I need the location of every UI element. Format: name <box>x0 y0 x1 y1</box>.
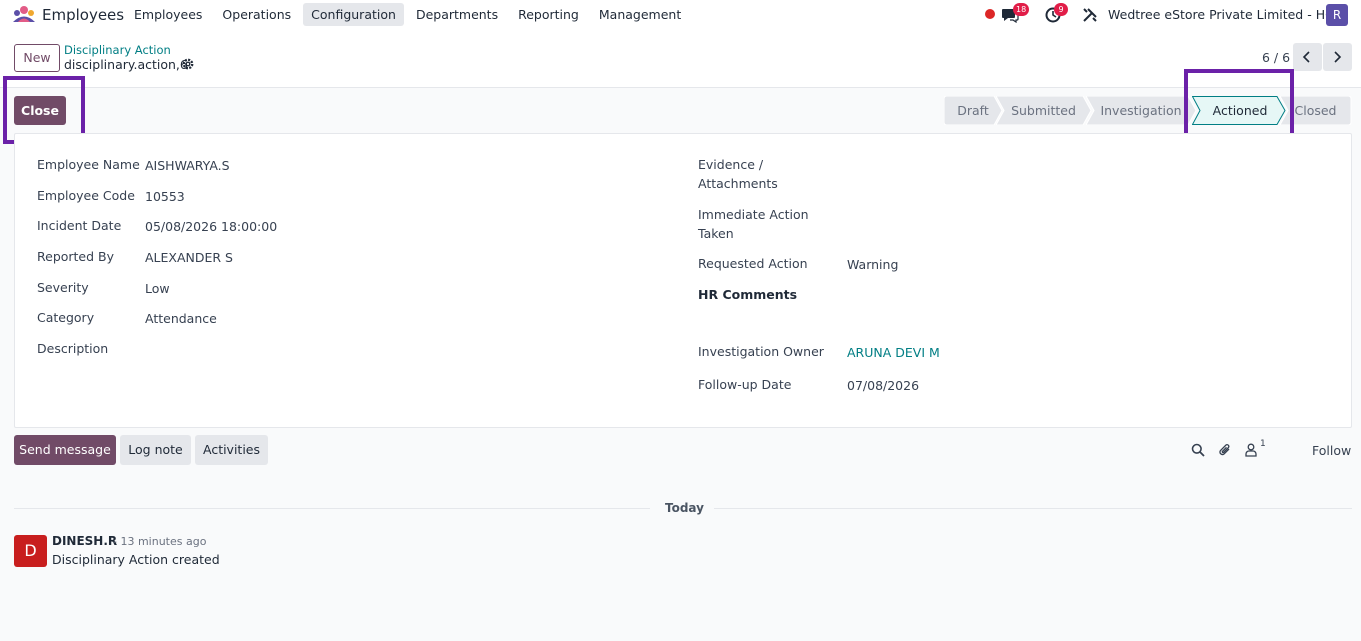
paperclip-icon[interactable] <box>1218 443 1232 457</box>
pager-previous-button[interactable] <box>1293 43 1322 71</box>
message-author-avatar[interactable]: D <box>14 535 47 567</box>
recording-dot-icon[interactable] <box>985 9 995 19</box>
breadcrumb-parent[interactable]: Disciplinary Action <box>64 43 171 57</box>
employee-code-label: Employee Code <box>37 188 135 203</box>
stage-label: Investigation <box>1100 103 1182 118</box>
menu-item-reporting[interactable]: Reporting <box>510 3 587 26</box>
menu-item-employees[interactable]: Employees <box>126 3 210 26</box>
user-avatar[interactable]: R <box>1326 4 1348 26</box>
menu-item-management[interactable]: Management <box>591 3 689 26</box>
app-name[interactable]: Employees <box>42 6 124 24</box>
date-separator-line <box>14 508 650 509</box>
requested-action-value[interactable]: Warning <box>847 257 898 272</box>
immediate-action-label: Immediate Action Taken <box>698 207 809 241</box>
pager-value[interactable]: 6 / 6 <box>1262 50 1290 65</box>
follow-button[interactable]: Follow <box>1312 443 1351 458</box>
form-sheet: Employee Name AISHWARYA.S Employee Code … <box>14 133 1352 428</box>
incident-date-label: Incident Date <box>37 218 122 233</box>
stage-investigation[interactable]: Investigation <box>1086 96 1197 125</box>
stage-label: Draft <box>957 103 989 118</box>
menu-item-operations[interactable]: Operations <box>214 3 299 26</box>
menu-item-departments[interactable]: Departments <box>408 3 506 26</box>
activities-button[interactable]: Activities <box>195 435 268 465</box>
date-separator-line <box>714 508 1352 509</box>
follower-count: 1 <box>1260 439 1266 449</box>
message-time: - 13 minutes ago <box>113 535 207 548</box>
message-body: Disciplinary Action created <box>52 552 220 567</box>
requested-action-label: Requested Action <box>698 256 808 271</box>
message-author[interactable]: DINESH.R <box>52 534 117 548</box>
employee-code-value[interactable]: 10553 <box>145 189 185 204</box>
pager-next-button[interactable] <box>1323 43 1352 71</box>
highlight-box-actioned <box>1184 69 1294 139</box>
employee-name-label: Employee Name <box>37 157 140 172</box>
main-menu: Employees Operations Configuration Depar… <box>126 3 693 26</box>
followup-date-label: Follow-up Date <box>698 377 792 392</box>
date-separator-label: Today <box>665 501 704 515</box>
category-value[interactable]: Attendance <box>145 311 217 326</box>
gear-icon[interactable] <box>182 58 194 70</box>
stage-submitted[interactable]: Submitted <box>996 96 1092 125</box>
incident-date-value[interactable]: 05/08/2026 18:00:00 <box>145 219 277 234</box>
severity-label: Severity <box>37 280 89 295</box>
control-panel: New Disciplinary Action disciplinary.act… <box>0 30 1361 88</box>
send-message-button[interactable]: Send message <box>14 435 116 465</box>
reported-by-label: Reported By <box>37 249 115 264</box>
followup-date-value[interactable]: 07/08/2026 <box>847 378 919 393</box>
investigation-owner-label: Investigation Owner <box>698 344 824 359</box>
category-label: Category <box>37 310 95 325</box>
chevron-right-icon <box>1334 51 1342 63</box>
investigation-owner-value[interactable]: ARUNA DEVI M <box>847 345 940 360</box>
stage-label: Submitted <box>1011 103 1076 118</box>
severity-value[interactable]: Low <box>145 281 170 296</box>
company-switcher[interactable]: Wedtree eStore Private Limited - HO <box>1108 7 1335 22</box>
chevron-left-icon <box>1302 51 1310 63</box>
reported-by-value[interactable]: ALEXANDER S <box>145 250 233 265</box>
log-note-button[interactable]: Log note <box>120 435 191 465</box>
followers-icon[interactable] <box>1244 443 1258 457</box>
evidence-attachments-label: Evidence / Attachments <box>698 157 778 191</box>
activity-count-badge: 9 <box>1054 3 1068 16</box>
stage-label: Closed <box>1294 103 1337 118</box>
employee-name-value[interactable]: AISHWARYA.S <box>145 158 230 173</box>
stage-draft[interactable]: Draft <box>944 96 1003 125</box>
breadcrumb-current: disciplinary.action,6 <box>64 57 188 72</box>
hr-comments-label: HR Comments <box>698 287 798 302</box>
new-button[interactable]: New <box>14 44 60 72</box>
employees-app-icon[interactable] <box>12 5 36 23</box>
menu-item-configuration[interactable]: Configuration <box>303 3 404 26</box>
debug-tools-icon[interactable] <box>1082 7 1098 23</box>
description-label: Description <box>37 341 109 356</box>
search-icon[interactable] <box>1191 443 1205 457</box>
message-count-badge: 18 <box>1013 3 1030 16</box>
top-navbar: Employees Employees Operations Configura… <box>0 0 1361 30</box>
